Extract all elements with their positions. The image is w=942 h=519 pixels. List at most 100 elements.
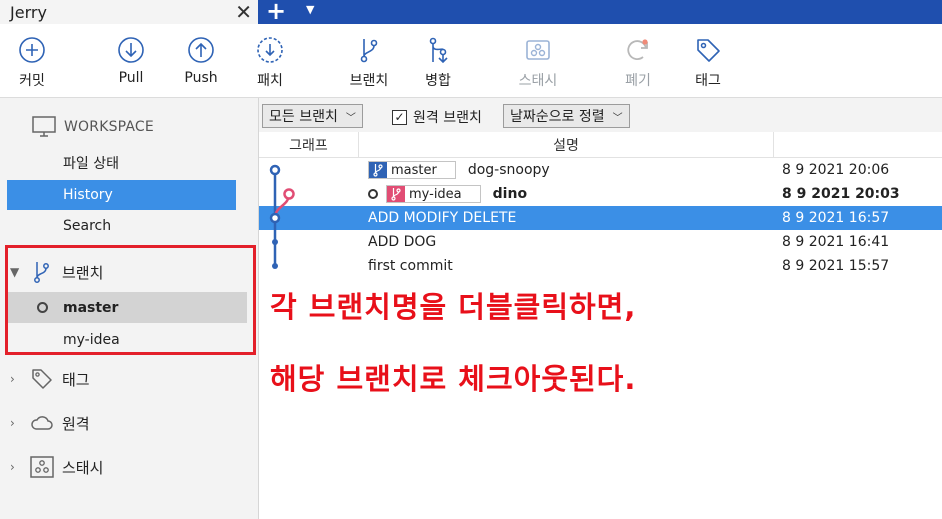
sidebar-item-label: Search <box>63 218 112 234</box>
branch-icon <box>373 164 383 177</box>
branch-filter-dropdown[interactable]: 모든 브랜치 ﹀ <box>262 104 363 128</box>
remote-branches-toggle[interactable]: ✓ 원격 브랜치 <box>392 107 482 127</box>
remote-branches-label: 원격 브랜치 <box>413 110 482 126</box>
commit-label: 커밋 <box>19 73 45 89</box>
graph-column-header[interactable]: 그래프 <box>259 132 359 158</box>
commit-date: 8 9 2021 15:57 <box>782 258 890 274</box>
commit-row[interactable]: ADD DOG 8 9 2021 16:41 <box>259 230 942 254</box>
annotation-line-2: 해당 브랜치로 체크아웃된다. <box>270 362 637 396</box>
stash-label: 스태시 <box>62 458 104 477</box>
commit-graph <box>269 164 295 269</box>
description-column-label: 설명 <box>553 138 579 154</box>
chevron-right-icon[interactable]: › <box>10 372 26 386</box>
sort-dropdown[interactable]: 날짜순으로 정렬 ﹀ <box>503 104 630 128</box>
commit-date: 8 9 2021 20:06 <box>782 162 890 178</box>
tab-jerry[interactable]: Jerry ✕ <box>0 0 258 24</box>
branch-button[interactable]: 브랜치 <box>339 36 399 90</box>
description-column-header[interactable]: 설명 <box>359 132 774 158</box>
chevron-down-icon: ﹀ <box>612 112 623 124</box>
tag-label: 태그 <box>695 73 721 89</box>
tab-title: Jerry <box>10 2 47 22</box>
remotes-label: 원격 <box>62 414 90 433</box>
chevron-right-icon[interactable]: › <box>10 460 26 474</box>
tag-icon <box>32 369 52 389</box>
branch-filter-value: 모든 브랜치 <box>269 109 338 125</box>
commit-list-header: 그래프 설명 <box>259 132 942 158</box>
remotes-section-header[interactable]: › 원격 <box>10 409 90 437</box>
graph-node[interactable] <box>272 239 278 245</box>
chevron-down-icon[interactable]: ▼ <box>306 3 314 16</box>
branch-tag-label: master <box>391 162 437 178</box>
commit-date: 8 9 2021 16:57 <box>782 210 890 226</box>
sidebar-item-label: 파일 상태 <box>63 156 119 172</box>
stash-icon <box>30 456 54 478</box>
checkbox-checked-icon[interactable]: ✓ <box>392 109 407 125</box>
graph-node[interactable] <box>269 164 281 176</box>
stash-label: 스태시 <box>518 73 558 89</box>
commit-message: first commit <box>368 258 453 274</box>
commit-date: 8 9 2021 16:41 <box>782 234 890 250</box>
monitor-icon <box>32 116 56 137</box>
stash-icon <box>526 40 550 60</box>
stash-section-header[interactable]: › 스태시 <box>10 453 103 481</box>
chevron-down-icon: ﹀ <box>345 112 356 124</box>
tag-icon <box>697 39 720 62</box>
branch-label: 브랜치 <box>349 73 389 89</box>
patch-button[interactable]: 패치 <box>240 36 300 90</box>
tag-button[interactable]: 태그 <box>678 36 738 90</box>
tab-bar: Jerry ✕ + ▼ <box>0 0 942 24</box>
chevron-right-icon[interactable]: › <box>10 416 26 430</box>
branch-icon <box>360 39 378 63</box>
close-icon[interactable]: ✕ <box>235 1 252 23</box>
pull-button[interactable]: Pull <box>101 36 161 86</box>
discard-button[interactable]: 폐기 <box>608 36 668 90</box>
pull-label: Pull <box>118 70 144 86</box>
discard-icon <box>627 39 648 60</box>
plus-circle-icon <box>19 37 45 63</box>
workspace-header: WORKSPACE <box>32 116 154 138</box>
branch-icon <box>391 188 401 201</box>
discard-label: 폐기 <box>625 73 651 89</box>
workspace-label: WORKSPACE <box>64 119 154 135</box>
commit-row-selected[interactable]: ADD MODIFY DELETE 8 9 2021 16:57 <box>259 206 942 230</box>
graph-node[interactable] <box>283 188 295 200</box>
sidebar-item-history[interactable]: History <box>7 180 236 210</box>
annotation-line-1: 각 브랜치명을 더블클릭하면, <box>270 290 637 324</box>
sidebar-item-search[interactable]: Search <box>7 211 236 241</box>
tags-section-header[interactable]: › 태그 <box>10 365 90 393</box>
commit-message: ADD DOG <box>368 234 437 250</box>
commit-button[interactable]: 커밋 <box>2 36 62 90</box>
toolbar: 커밋 Pull Push 패치 브랜치 병합 스태시 폐기 태그 <box>0 24 942 98</box>
push-button[interactable]: Push <box>171 36 231 86</box>
add-tab-icon[interactable]: + <box>266 0 286 23</box>
commit-date: 8 9 2021 20:03 <box>782 186 900 202</box>
push-label: Push <box>184 70 218 86</box>
graph-column-label: 그래프 <box>289 138 328 154</box>
commit-message: ADD MODIFY DELETE <box>368 210 517 226</box>
graph-node[interactable] <box>272 263 278 269</box>
current-head-icon <box>368 189 378 199</box>
arrow-down-circle-icon <box>118 37 144 63</box>
sidebar-item-file-status[interactable]: 파일 상태 <box>7 148 236 178</box>
commit-row[interactable]: master dog-snoopy 8 9 2021 20:06 <box>259 158 942 182</box>
merge-label: 병합 <box>425 73 451 89</box>
cloud-icon <box>31 416 53 430</box>
patch-icon <box>257 37 283 63</box>
commit-message: dino <box>492 186 528 202</box>
commit-row[interactable]: my-idea dino 8 9 2021 20:03 <box>259 182 942 206</box>
sort-value: 날짜순으로 정렬 <box>510 109 605 125</box>
graph-node[interactable] <box>269 212 281 224</box>
sidebar: WORKSPACE 파일 상태 History Search ▼ 브랜치 mas… <box>0 98 259 519</box>
branch-tag-my-idea[interactable]: my-idea <box>386 185 481 203</box>
merge-button[interactable]: 병합 <box>408 36 468 90</box>
annotation-highlight-box <box>5 245 256 355</box>
stash-button[interactable]: 스태시 <box>508 36 568 90</box>
branch-tag-label: my-idea <box>409 186 462 202</box>
arrow-up-circle-icon <box>188 37 214 63</box>
sidebar-item-label: History <box>63 187 113 203</box>
filter-bar: 모든 브랜치 ﹀ ✓ 원격 브랜치 날짜순으로 정렬 ﹀ <box>259 98 942 132</box>
merge-icon <box>429 37 448 64</box>
patch-label: 패치 <box>257 73 283 89</box>
branch-tag-master[interactable]: master <box>368 161 456 179</box>
commit-row[interactable]: first commit 8 9 2021 15:57 <box>259 254 942 278</box>
